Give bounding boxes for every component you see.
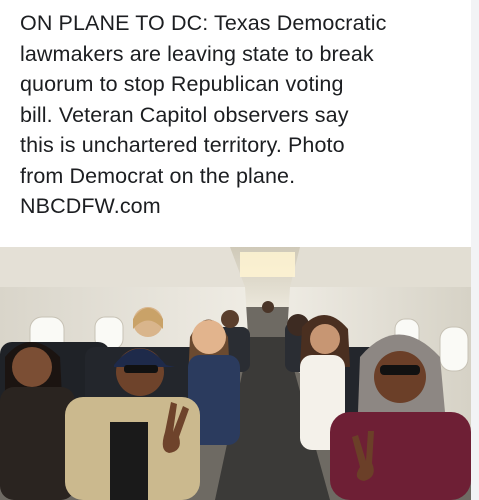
post-text-line: bill. Veteran Capitol observers say [20,102,349,127]
passenger-body [0,387,75,500]
post-text: ON PLANE TO DC: Texas Democratic lawmake… [20,8,460,222]
airplane-cabin-photo [0,247,471,500]
passenger-head [374,351,426,403]
passenger-head [221,310,239,328]
sunglasses [124,365,158,373]
post-text-line: from Democrat on the plane. [20,163,296,188]
striped-shirt [110,422,148,500]
passenger-head [310,324,340,354]
post-photo[interactable] [0,247,471,500]
right-window [439,326,469,372]
post-card: ON PLANE TO DC: Texas Democratic lawmake… [0,0,471,500]
passenger-body [330,412,471,500]
passenger-head [262,301,274,313]
passenger-head [12,347,52,387]
page-gutter [471,0,479,500]
post-text-line: ON PLANE TO DC: Texas Democratic [20,11,387,35]
ceiling-light-strip [240,252,295,277]
post-text-line: lawmakers are leaving state to break [20,41,374,66]
post-text-line: quorum to stop Republican voting [20,72,344,96]
post-text-line: NBCDFW.com [20,194,161,218]
post-text-line: this is unchartered territory. Photo [20,133,345,157]
passenger-head [192,320,226,354]
sunglasses [380,365,420,375]
